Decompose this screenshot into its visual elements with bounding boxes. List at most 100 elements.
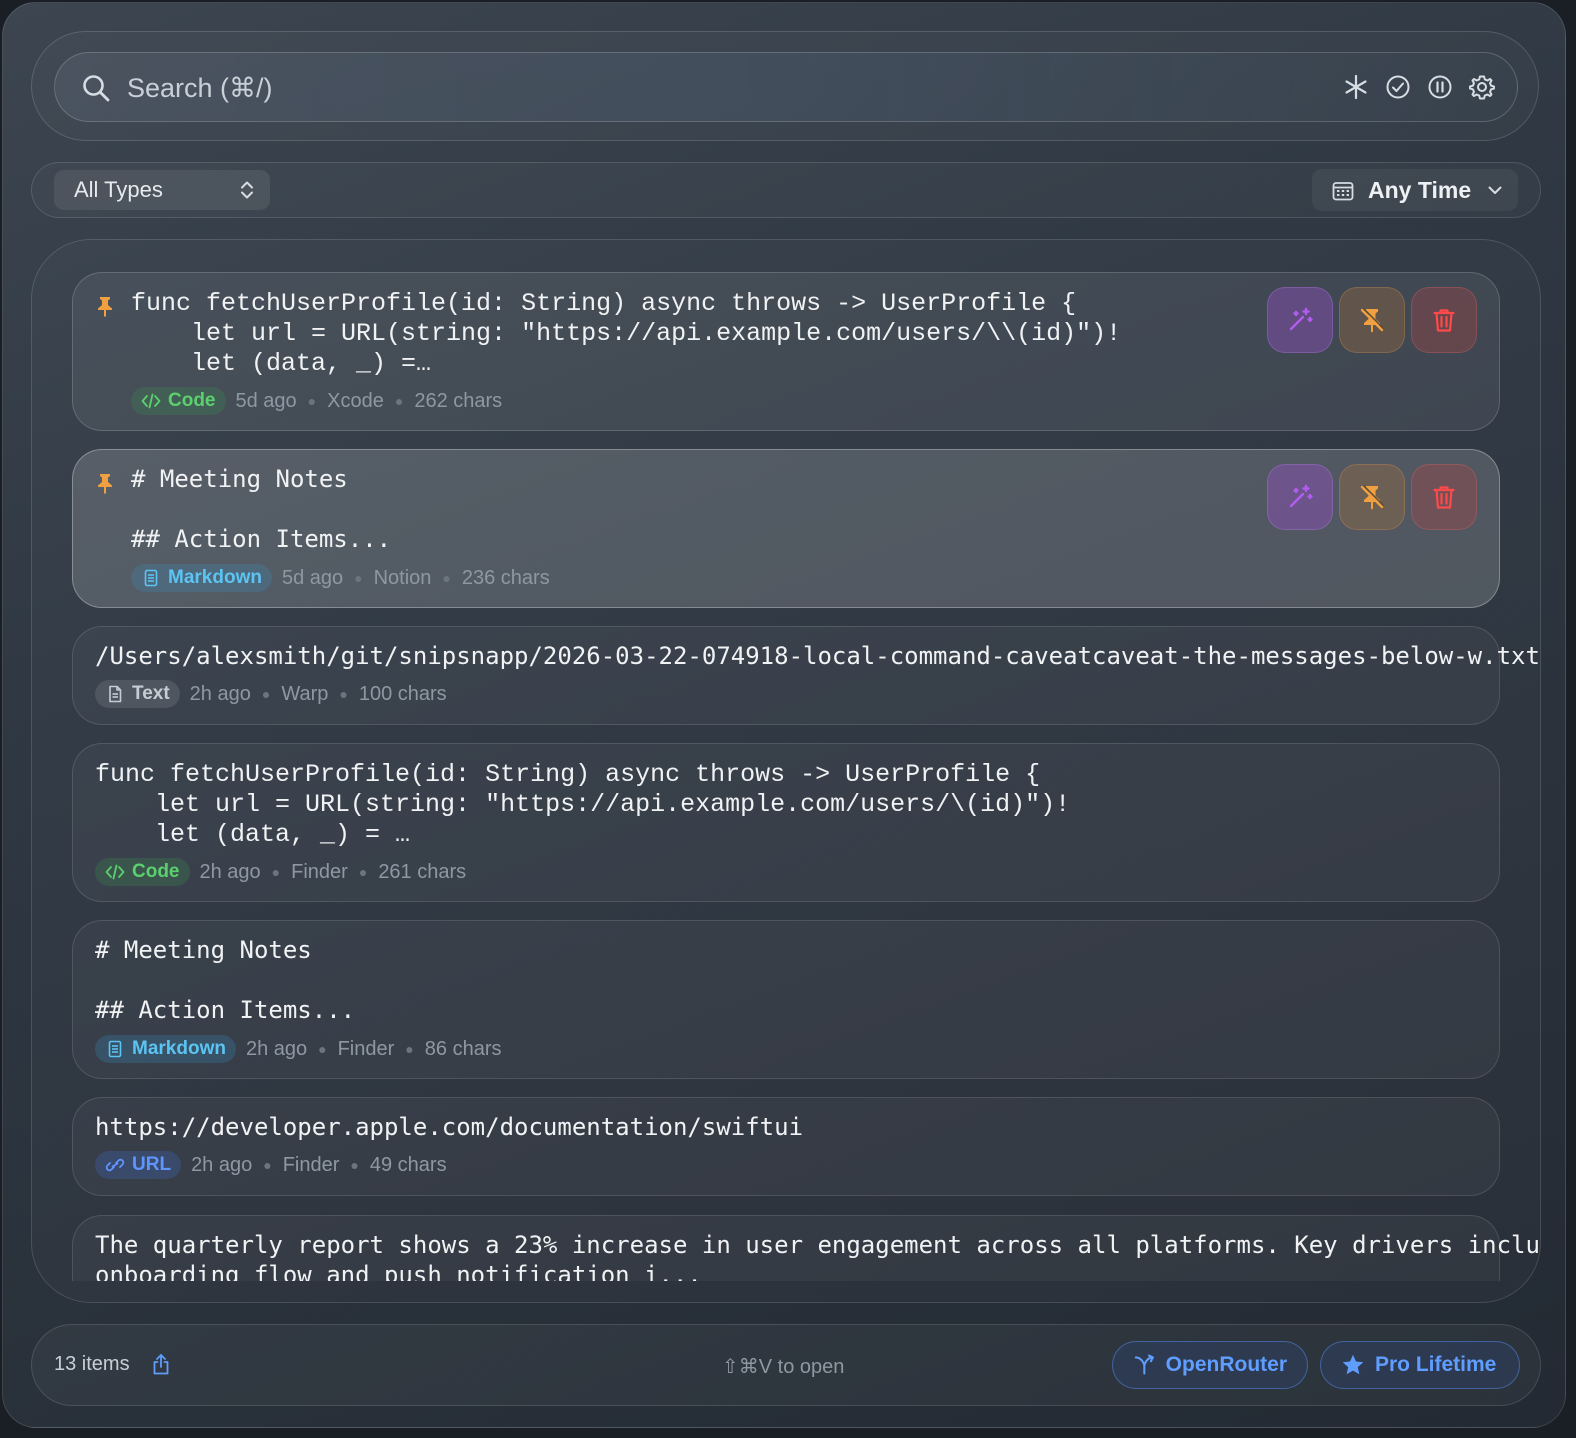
list-item[interactable]: func fetchUserProfile(id: String) async … [72, 743, 1500, 902]
type-filter-select[interactable]: All Types [54, 170, 270, 210]
pause-circle-icon[interactable] [1426, 73, 1454, 101]
gear-icon[interactable] [1468, 73, 1496, 101]
list-item[interactable]: /Users/alexsmith/git/snipsnapp/2026-03-2… [72, 626, 1540, 725]
type-badge-code: Code [131, 387, 226, 415]
separator-dot: ● [318, 1041, 327, 1057]
time-filter-label: Any Time [1368, 177, 1472, 203]
item-content: func fetchUserProfile(id: String) async … [131, 289, 1122, 378]
type-badge-markdown: Markdown [95, 1035, 236, 1063]
item-content: func fetchUserProfile(id: String) async … [95, 760, 1071, 849]
asterisk-icon[interactable] [1342, 73, 1370, 101]
item-meta: Markdown 2h ago ● Finder ● 86 chars [95, 1034, 501, 1064]
item-chars: 86 chars [424, 1037, 502, 1060]
type-badge-url: URL [95, 1151, 182, 1179]
pin-icon [98, 297, 112, 317]
item-chars: 49 chars [369, 1153, 447, 1176]
search-input[interactable] [125, 67, 1229, 109]
item-chars: 236 chars [461, 566, 550, 589]
search-bar[interactable] [54, 52, 1518, 122]
item-time: 2h ago [199, 860, 261, 883]
chevron-down-icon [1488, 186, 1502, 194]
item-meta: Code 5d ago ● Xcode ● 262 chars [131, 386, 502, 416]
item-source: Warp [281, 682, 329, 705]
badge-label: URL [132, 1154, 172, 1175]
badge-label: Markdown [132, 1038, 226, 1059]
up-down-chevron-icon [241, 181, 253, 199]
type-badge-text: Text [95, 680, 180, 708]
link-icon [105, 1158, 125, 1172]
list-item[interactable]: # Meeting Notes ## Action Items... Markd… [72, 920, 1500, 1079]
check-circle-icon[interactable] [1384, 73, 1412, 101]
separator-dot: ● [354, 570, 363, 586]
list-item[interactable]: https://developer.apple.com/documentatio… [72, 1097, 1500, 1196]
item-time: 5d ago [235, 389, 297, 412]
clipboard-list-viewport[interactable]: func fetchUserProfile(id: String) async … [32, 240, 1540, 1281]
ai-transform-button[interactable] [1267, 287, 1333, 353]
item-content: /Users/alexsmith/git/snipsnapp/2026-03-2… [95, 642, 1540, 670]
item-meta: Markdown 5d ago ● Notion ● 236 chars [131, 563, 550, 593]
badge-label: Code [132, 861, 180, 882]
code-icon [105, 864, 125, 880]
item-meta: Text 2h ago ● Warp ● 100 chars [95, 679, 447, 709]
separator-dot: ● [261, 686, 271, 702]
item-chars: 261 chars [378, 860, 467, 883]
badge-label: Markdown [168, 567, 262, 588]
separator-dot: ● [307, 393, 317, 409]
pro-lifetime-label: Pro Lifetime [1375, 1353, 1497, 1376]
separator-dot: ● [394, 393, 404, 409]
item-time: 5d ago [281, 566, 344, 589]
openrouter-icon [1134, 1354, 1154, 1375]
separator-dot: ● [271, 864, 281, 880]
list-item-selected[interactable]: # Meeting Notes ## Action Items... Markd… [72, 449, 1500, 608]
open-shortcut-hint: ⇧⌘V to open [722, 1356, 845, 1378]
pin-slash-icon [1360, 484, 1385, 510]
type-badge-markdown: Markdown [131, 564, 272, 592]
list-item[interactable]: func fetchUserProfile(id: String) async … [72, 272, 1500, 431]
pin-icon [98, 474, 112, 494]
clipboard-list: func fetchUserProfile(id: String) async … [31, 239, 1541, 1303]
item-time: 2h ago [245, 1037, 308, 1060]
delete-button[interactable] [1411, 287, 1477, 353]
separator-dot: ● [263, 1157, 272, 1173]
item-source: Finder [337, 1037, 395, 1060]
item-meta: URL 2h ago ● Finder ● 49 chars [95, 1150, 447, 1180]
trash-icon [1433, 309, 1455, 332]
item-time: 2h ago [189, 682, 251, 705]
separator-dot: ● [405, 1041, 414, 1057]
item-content: # Meeting Notes ## Action Items... [131, 465, 392, 553]
item-chars: 262 chars [414, 389, 503, 412]
document-icon [108, 1040, 122, 1058]
badge-label: Text [132, 683, 170, 704]
item-count: 13 items [54, 1353, 130, 1375]
item-source: Finder [282, 1153, 340, 1176]
item-content: The quarterly report shows a 23% increas… [95, 1231, 1540, 1281]
unpin-button[interactable] [1339, 464, 1405, 530]
openrouter-label: OpenRouter [1165, 1353, 1287, 1376]
delete-button[interactable] [1411, 464, 1477, 530]
separator-dot: ● [350, 1157, 359, 1173]
document-icon [144, 569, 158, 587]
badge-label: Code [168, 390, 216, 411]
ai-transform-button[interactable] [1267, 464, 1333, 530]
item-meta: Code 2h ago ● Finder ● 261 chars [95, 857, 466, 887]
text-file-icon [109, 685, 122, 703]
item-chars: 100 chars [358, 682, 447, 705]
separator-dot: ● [358, 864, 368, 880]
magic-wand-icon [1289, 484, 1313, 508]
list-item[interactable]: The quarterly report shows a 23% increas… [72, 1215, 1540, 1281]
search-bar-container [31, 31, 1539, 141]
item-source: Finder [291, 860, 348, 883]
share-icon[interactable] [150, 1352, 172, 1376]
item-actions [1267, 287, 1477, 353]
code-icon [141, 393, 161, 409]
app-window: All Types Any Time [2, 2, 1566, 1428]
item-actions [1267, 464, 1477, 530]
separator-dot: ● [339, 686, 348, 702]
time-filter-select[interactable]: Any Time [1312, 169, 1518, 211]
unpin-button[interactable] [1339, 287, 1405, 353]
type-badge-code: Code [95, 858, 190, 886]
calendar-icon [1332, 182, 1354, 201]
openrouter-button[interactable]: OpenRouter [1112, 1341, 1308, 1389]
item-time: 2h ago [191, 1153, 253, 1176]
pro-lifetime-button[interactable]: Pro Lifetime [1320, 1341, 1520, 1389]
